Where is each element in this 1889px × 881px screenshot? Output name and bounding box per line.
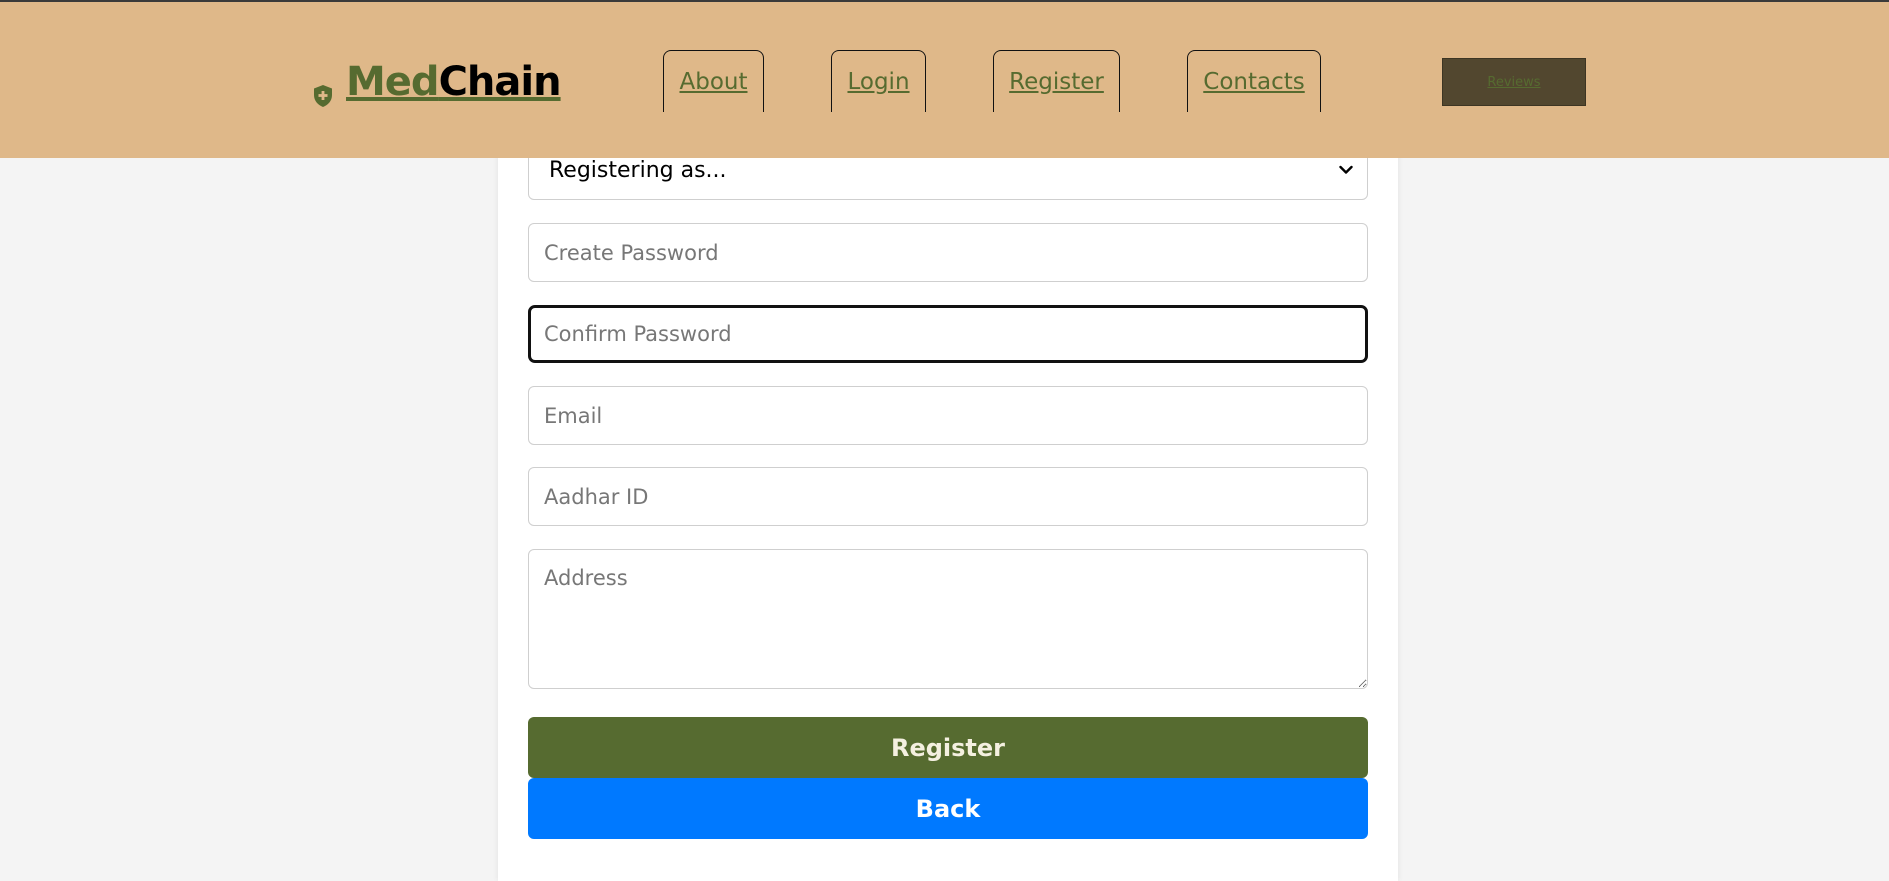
top-header: Med Chain About Login Register Contacts … <box>0 0 1889 158</box>
confirm-password-input[interactable] <box>528 305 1368 363</box>
nav-login[interactable]: Login <box>831 50 926 112</box>
chevron-down-icon <box>1339 163 1353 177</box>
logo-text-med: Med <box>346 59 440 105</box>
nav-contacts[interactable]: Contacts <box>1187 50 1321 112</box>
address-textarea[interactable] <box>528 549 1368 689</box>
logo-link[interactable]: Med Chain <box>312 59 562 107</box>
nav-register[interactable]: Register <box>993 50 1120 112</box>
page: Registering as... Register Back <box>0 0 1889 881</box>
shield-plus-icon <box>312 72 334 107</box>
reviews-button[interactable]: Reviews <box>1442 58 1586 106</box>
email-input[interactable] <box>528 386 1368 445</box>
back-button[interactable]: Back <box>528 778 1368 839</box>
logo-text-chain: Chain <box>438 59 562 105</box>
create-password-input[interactable] <box>528 223 1368 282</box>
aadhar-id-input[interactable] <box>528 467 1368 526</box>
register-button[interactable]: Register <box>528 717 1368 778</box>
nav-about[interactable]: About <box>663 50 764 112</box>
role-select-value: Registering as... <box>549 157 727 183</box>
